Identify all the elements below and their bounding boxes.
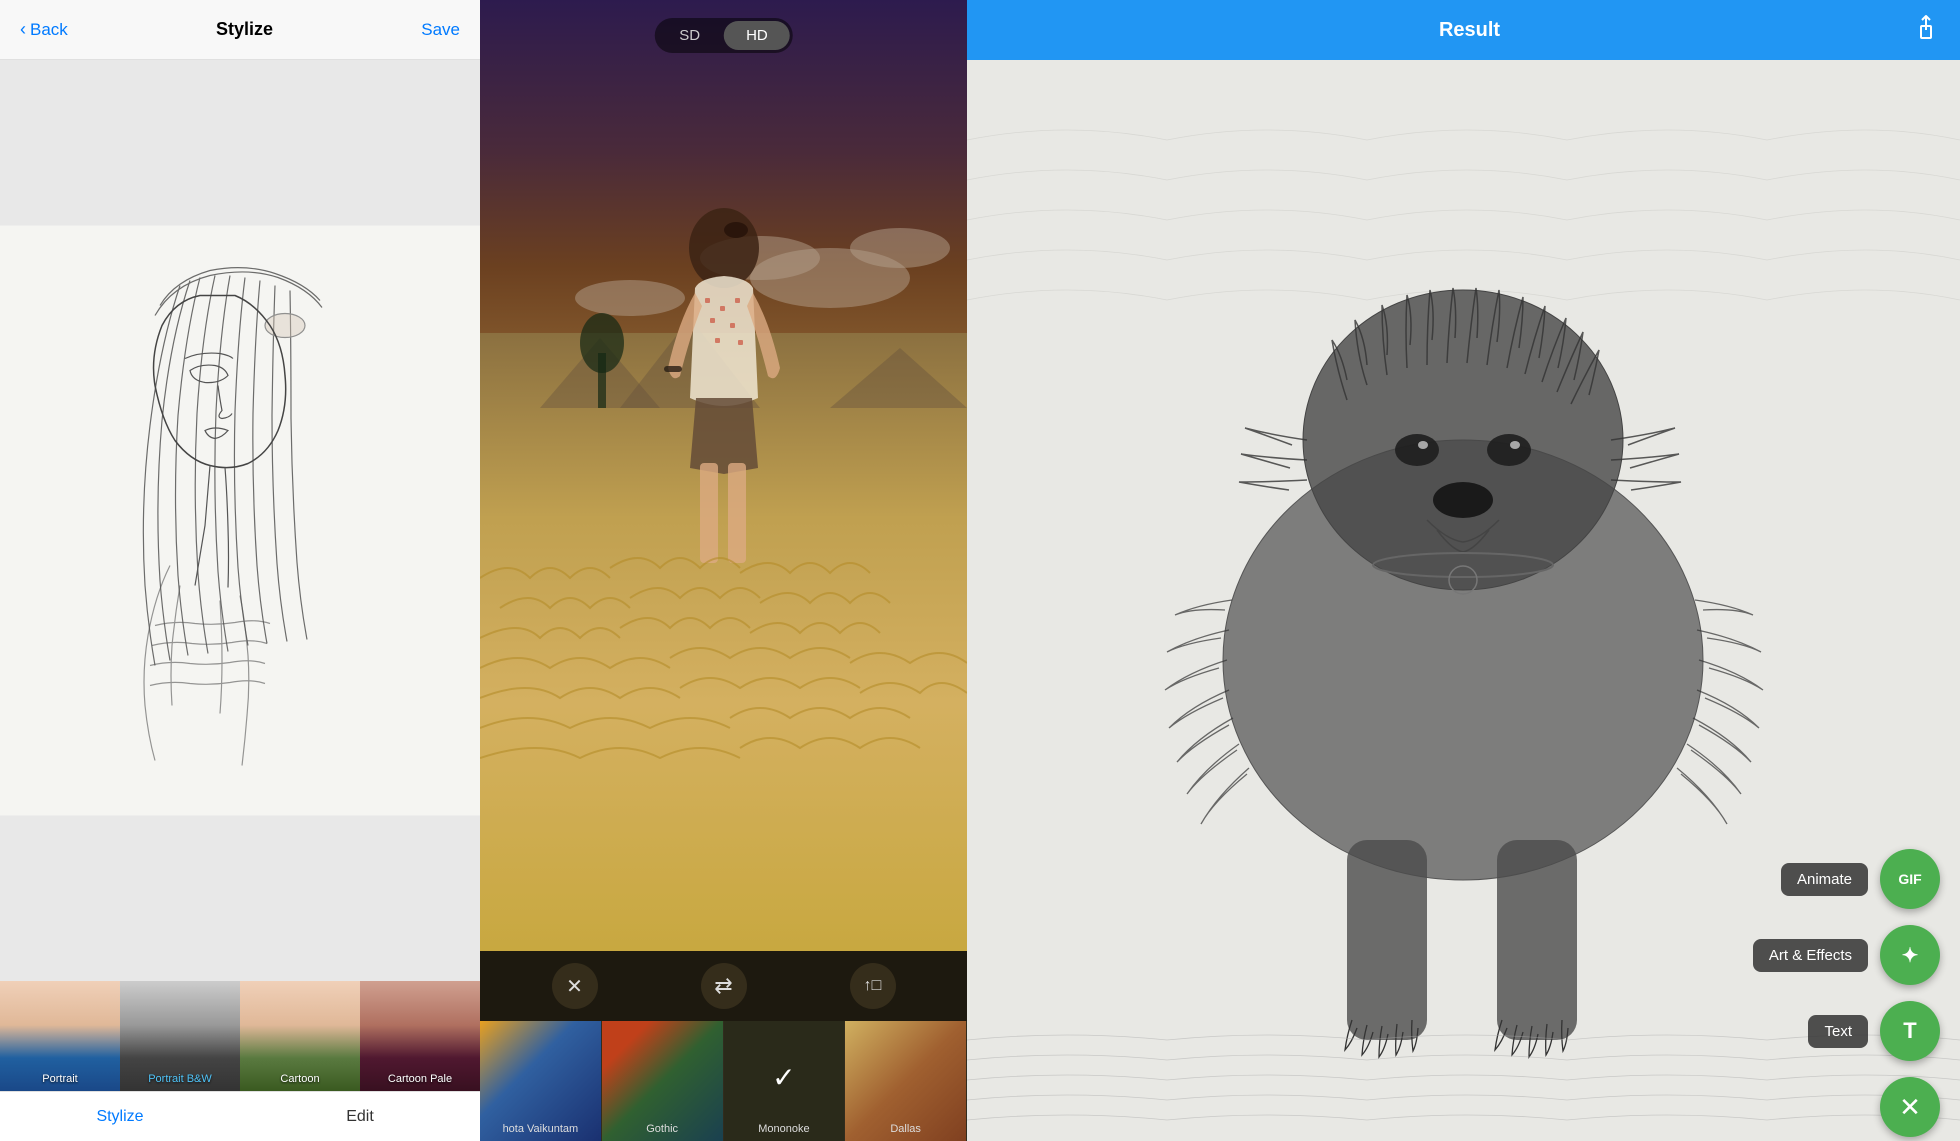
text-icon: T — [1903, 1018, 1916, 1044]
fab-close-button[interactable]: ✕ — [1880, 1077, 1940, 1137]
text-label: Text — [1808, 1015, 1868, 1048]
stylize-image-area — [0, 60, 480, 981]
filter-share-button[interactable]: ↑□ — [850, 963, 896, 1009]
filter-thumb-dallas[interactable]: Dallas — [845, 1021, 967, 1141]
share-icon: ↑□ — [864, 977, 882, 995]
thumbnail-cartoon[interactable]: Cartoon — [240, 981, 360, 1091]
fab-animate-row: Animate GIF — [1781, 849, 1940, 909]
back-label: Back — [30, 20, 68, 40]
result-image-area: Animate GIF Art & Effects ✦ Text T ✕ — [967, 60, 1960, 1141]
close-icon: ✕ — [1899, 1092, 1921, 1123]
filter-image-area: SD HD — [480, 0, 967, 951]
back-button[interactable]: ‹ Back — [20, 19, 68, 40]
back-chevron-icon: ‹ — [20, 19, 26, 40]
fab-menu: Animate GIF Art & Effects ✦ Text T ✕ — [1753, 849, 1940, 1061]
thumbnail-cartoon-label: Cartoon — [240, 1073, 360, 1085]
stylize-header: ‹ Back Stylize Save — [0, 0, 480, 60]
result-share-button[interactable] — [1912, 13, 1940, 47]
gif-icon: GIF — [1898, 871, 1921, 887]
sketch-portrait-image — [0, 60, 480, 981]
tab-edit-label: Edit — [346, 1108, 374, 1126]
thumbnail-portrait-bw-label: Portrait B&W — [120, 1073, 240, 1085]
thumbnail-cartoon-pale[interactable]: Cartoon Pale — [360, 981, 480, 1091]
filter-thumb-gothic-label: Gothic — [602, 1123, 723, 1135]
filter-thumb-vaikuntam[interactable]: hota Vaikuntam — [480, 1021, 602, 1141]
thumbnail-portrait-label: Portrait — [0, 1073, 120, 1085]
filter-controls: ✕ ⇄ ↑□ — [480, 951, 967, 1021]
tab-edit[interactable]: Edit — [240, 1092, 480, 1141]
text-button[interactable]: T — [1880, 1001, 1940, 1061]
stylize-bottom-tabs: Stylize Edit — [0, 1091, 480, 1141]
filter-panel: SD HD ✕ ⇄ ↑□ hota Vaikuntam Gothic — [480, 0, 967, 1141]
fab-art-effects-row: Art & Effects ✦ — [1753, 925, 1940, 985]
save-button[interactable]: Save — [421, 20, 460, 40]
result-header: Result — [967, 0, 1960, 60]
filter-main-image: SD HD — [480, 0, 967, 951]
art-effects-label: Art & Effects — [1753, 939, 1868, 972]
stylize-title: Stylize — [216, 19, 273, 40]
tab-stylize-label: Stylize — [96, 1108, 143, 1126]
thumbnail-portrait[interactable]: Portrait — [0, 981, 120, 1091]
filter-close-button[interactable]: ✕ — [552, 963, 598, 1009]
filter-thumb-gothic[interactable]: Gothic — [602, 1021, 724, 1141]
result-panel: Result — [967, 0, 1960, 1141]
animate-button[interactable]: GIF — [1880, 849, 1940, 909]
sd-button[interactable]: SD — [657, 21, 722, 50]
tab-stylize[interactable]: Stylize — [0, 1092, 240, 1141]
close-icon: ✕ — [566, 974, 583, 999]
fab-text-row: Text T — [1808, 1001, 1940, 1061]
art-effects-button[interactable]: ✦ — [1880, 925, 1940, 985]
sd-hd-toggle: SD HD — [654, 18, 793, 53]
result-title: Result — [1027, 19, 1912, 42]
stylize-thumbnails: Portrait Portrait B&W Cartoon Cartoon Pa… — [0, 981, 480, 1091]
filter-thumb-mononoke-label: Mononoke — [724, 1123, 845, 1135]
animate-label: Animate — [1781, 863, 1868, 896]
sparkle-icon: ✦ — [1902, 943, 1919, 968]
filter-thumb-dallas-label: Dallas — [845, 1123, 966, 1135]
stylize-panel: ‹ Back Stylize Save — [0, 0, 480, 1141]
share-icon — [1912, 13, 1940, 41]
thumbnail-portrait-bw[interactable]: Portrait B&W — [120, 981, 240, 1091]
filter-thumbnails: hota Vaikuntam Gothic ✓ Mononoke Dallas — [480, 1021, 967, 1141]
settings-icon: ⇄ — [714, 973, 732, 999]
mononoke-selected-icon: ✓ — [772, 1061, 795, 1094]
filter-thumb-vaikuntam-label: hota Vaikuntam — [480, 1123, 601, 1135]
filter-thumb-mononoke[interactable]: ✓ Mononoke — [724, 1021, 846, 1141]
filter-settings-button[interactable]: ⇄ — [701, 963, 747, 1009]
thumbnail-cartoon-pale-label: Cartoon Pale — [360, 1073, 480, 1085]
hd-button[interactable]: HD — [724, 21, 790, 50]
